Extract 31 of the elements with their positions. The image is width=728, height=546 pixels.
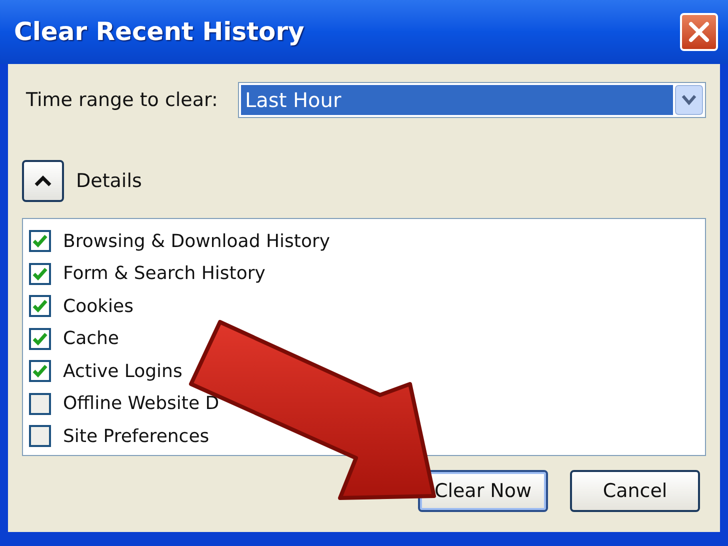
dialog-button[interactable]: Clear Now: [418, 470, 548, 512]
details-label: Details: [76, 168, 142, 194]
dropdown-value: Last Hour: [241, 85, 673, 115]
checkbox[interactable]: [29, 328, 51, 350]
time-range-dropdown[interactable]: Last Hour: [238, 82, 706, 118]
caret-icon: [675, 85, 703, 115]
checkbox-label: Active Logins: [63, 360, 182, 384]
check-icon: [32, 364, 48, 378]
chevron-icon: [33, 174, 53, 188]
close-button[interactable]: [680, 13, 718, 51]
window-title: Clear Recent History: [14, 16, 304, 48]
details-toggle-button[interactable]: [22, 160, 64, 202]
close-icon: [688, 21, 710, 43]
checkbox[interactable]: [29, 425, 51, 448]
check-icon: [32, 234, 48, 248]
checkbox-label: Site Preferences: [63, 424, 210, 449]
check-icon: [32, 266, 48, 281]
checkbox-label: Cache: [63, 327, 119, 352]
checkbox-label: Offline Website D: [63, 392, 220, 416]
check-icon: [32, 332, 48, 346]
dialog-button[interactable]: Cancel: [570, 470, 700, 512]
checkbox[interactable]: [29, 295, 51, 318]
time-range-label: Time range to clear:: [26, 88, 219, 113]
checkbox[interactable]: [29, 230, 51, 252]
checkbox[interactable]: [29, 262, 51, 285]
checkbox-label: Browsing & Download History: [63, 230, 330, 254]
checkbox[interactable]: [29, 392, 51, 415]
check-icon: [32, 299, 48, 314]
checkbox-label: Form & Search History: [63, 262, 266, 286]
checkbox[interactable]: [29, 360, 51, 382]
checkbox-label: Cookies: [63, 294, 134, 319]
